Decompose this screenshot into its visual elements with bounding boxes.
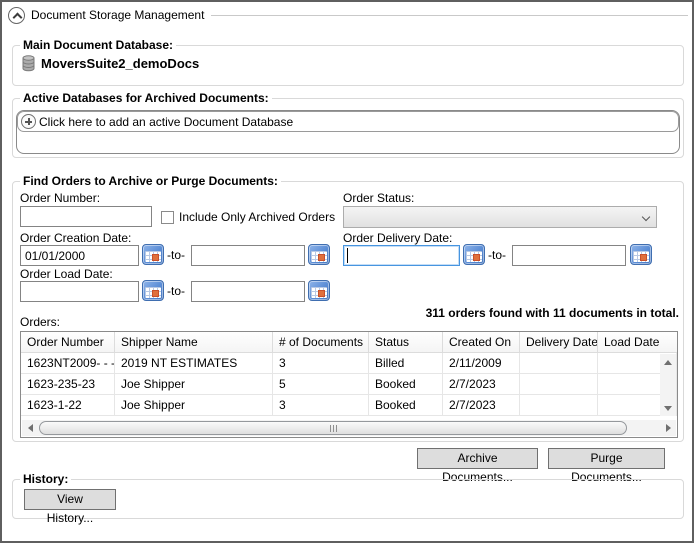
table-row[interactable]: 1623-235-23 Joe Shipper 5 Booked 2/7/202… — [21, 374, 677, 395]
plus-circle-icon — [21, 114, 36, 129]
creation-date-to-input[interactable] — [191, 245, 305, 266]
results-summary: 311 orders found with 11 documents in to… — [425, 306, 679, 320]
active-databases-group-label: Active Databases for Archived Documents: — [20, 91, 272, 105]
delivery-date-to-picker-button[interactable] — [630, 244, 652, 265]
table-row[interactable]: 1623NT2009- - - 2019 NT ESTIMATES 3 Bill… — [21, 353, 677, 374]
load-date-from-picker-button[interactable] — [142, 280, 164, 301]
delivery-date-from-input[interactable] — [343, 245, 460, 266]
calendar-icon — [463, 244, 485, 265]
cell-order-number: 1623-1-22 — [21, 395, 115, 416]
cell-delivery-date — [520, 353, 598, 374]
creation-date-separator: -to- — [167, 248, 185, 262]
scroll-up-button[interactable] — [660, 354, 676, 370]
load-date-label: Order Load Date: — [20, 267, 113, 281]
archive-documents-button[interactable]: Archive Documents... — [417, 448, 538, 484]
cell-num-documents: 3 — [273, 395, 369, 416]
database-icon — [22, 55, 35, 72]
order-status-label: Order Status: — [343, 191, 415, 205]
cell-delivery-date — [520, 395, 598, 416]
order-number-label: Order Number: — [20, 191, 101, 205]
order-status-dropdown[interactable] — [343, 206, 657, 228]
cell-created-on: 2/11/2009 — [443, 353, 520, 374]
delivery-date-from-picker-button[interactable] — [463, 244, 485, 265]
column-header-shipper-name[interactable]: Shipper Name — [115, 332, 273, 353]
expander-header: Document Storage Management — [8, 6, 688, 24]
page-title: Document Storage Management — [31, 8, 205, 22]
horizontal-scrollbar[interactable] — [22, 420, 676, 436]
cell-shipper-name: Joe Shipper — [115, 374, 273, 395]
chevron-down-icon — [641, 212, 651, 222]
vertical-scrollbar[interactable] — [660, 354, 676, 416]
cell-order-number: 1623NT2009- - - — [21, 353, 115, 374]
include-archived-checkbox[interactable] — [161, 211, 174, 224]
table-row[interactable]: 1623-1-22 Joe Shipper 3 Booked 2/7/2023 — [21, 395, 677, 416]
cell-shipper-name: Joe Shipper — [115, 395, 273, 416]
text-cursor — [347, 248, 348, 263]
calendar-icon — [308, 244, 330, 265]
scroll-right-button[interactable] — [660, 420, 676, 436]
creation-date-from-picker-button[interactable] — [142, 244, 164, 265]
column-header-status[interactable]: Status — [369, 332, 443, 353]
main-database-name: MoversSuite2_demoDocs — [41, 56, 200, 71]
include-archived-label: Include Only Archived Orders — [179, 210, 336, 224]
add-database-button[interactable]: Click here to add an active Document Dat… — [17, 111, 679, 132]
active-databases-list: Click here to add an active Document Dat… — [16, 110, 680, 154]
main-database-row: MoversSuite2_demoDocs — [22, 55, 199, 72]
horizontal-scrollbar-thumb[interactable] — [39, 421, 627, 435]
cell-status: Billed — [369, 353, 443, 374]
view-history-button[interactable]: View History... — [24, 489, 116, 525]
cell-status: Booked — [369, 395, 443, 416]
calendar-icon — [630, 244, 652, 265]
creation-date-to-picker-button[interactable] — [308, 244, 330, 265]
load-date-to-input[interactable] — [191, 281, 305, 302]
orders-table-header: Order Number Shipper Name # of Documents… — [21, 332, 677, 353]
creation-date-from-input[interactable] — [20, 245, 139, 266]
load-date-separator: -to- — [167, 284, 185, 298]
scroll-left-button[interactable] — [22, 420, 38, 436]
main-database-group-label: Main Document Database: — [20, 38, 177, 52]
calendar-icon — [142, 280, 164, 301]
column-header-delivery-date[interactable]: Delivery Date — [520, 332, 598, 353]
scroll-down-button[interactable] — [660, 400, 676, 416]
calendar-icon — [142, 244, 164, 265]
orders-table: Order Number Shipper Name # of Documents… — [20, 331, 678, 438]
delivery-date-to-input[interactable] — [512, 245, 626, 266]
document-storage-management-window: Document Storage Management Main Documen… — [0, 0, 694, 543]
add-database-label: Click here to add an active Document Dat… — [39, 114, 294, 129]
cell-status: Booked — [369, 374, 443, 395]
orders-label: Orders: — [20, 315, 61, 329]
cell-num-documents: 3 — [273, 353, 369, 374]
collapse-button[interactable] — [8, 6, 25, 24]
purge-documents-button[interactable]: Purge Documents... — [548, 448, 665, 484]
column-header-created-on[interactable]: Created On — [443, 332, 520, 353]
arrow-down-icon — [664, 405, 672, 411]
column-header-load-date[interactable]: Load Date — [598, 332, 677, 353]
creation-date-label: Order Creation Date: — [20, 231, 132, 245]
column-header-order-number[interactable]: Order Number — [21, 332, 115, 353]
arrow-left-icon — [27, 424, 33, 432]
arrow-right-icon — [665, 424, 671, 432]
load-date-from-input[interactable] — [20, 281, 139, 302]
history-group-label: History: — [20, 472, 72, 486]
cell-delivery-date — [520, 374, 598, 395]
cell-order-number: 1623-235-23 — [21, 374, 115, 395]
calendar-icon — [308, 280, 330, 301]
find-orders-group-label: Find Orders to Archive or Purge Document… — [20, 174, 281, 188]
load-date-to-picker-button[interactable] — [308, 280, 330, 301]
cell-created-on: 2/7/2023 — [443, 374, 520, 395]
cell-num-documents: 5 — [273, 374, 369, 395]
arrow-up-icon — [664, 359, 672, 365]
orders-table-body: 1623NT2009- - - 2019 NT ESTIMATES 3 Bill… — [21, 353, 677, 416]
header-divider — [211, 14, 688, 16]
delivery-date-separator: -to- — [488, 248, 506, 262]
delivery-date-label: Order Delivery Date: — [343, 231, 453, 245]
cell-shipper-name: 2019 NT ESTIMATES — [115, 353, 273, 374]
order-number-input[interactable] — [20, 206, 152, 227]
column-header-num-documents[interactable]: # of Documents — [273, 332, 369, 353]
cell-created-on: 2/7/2023 — [443, 395, 520, 416]
